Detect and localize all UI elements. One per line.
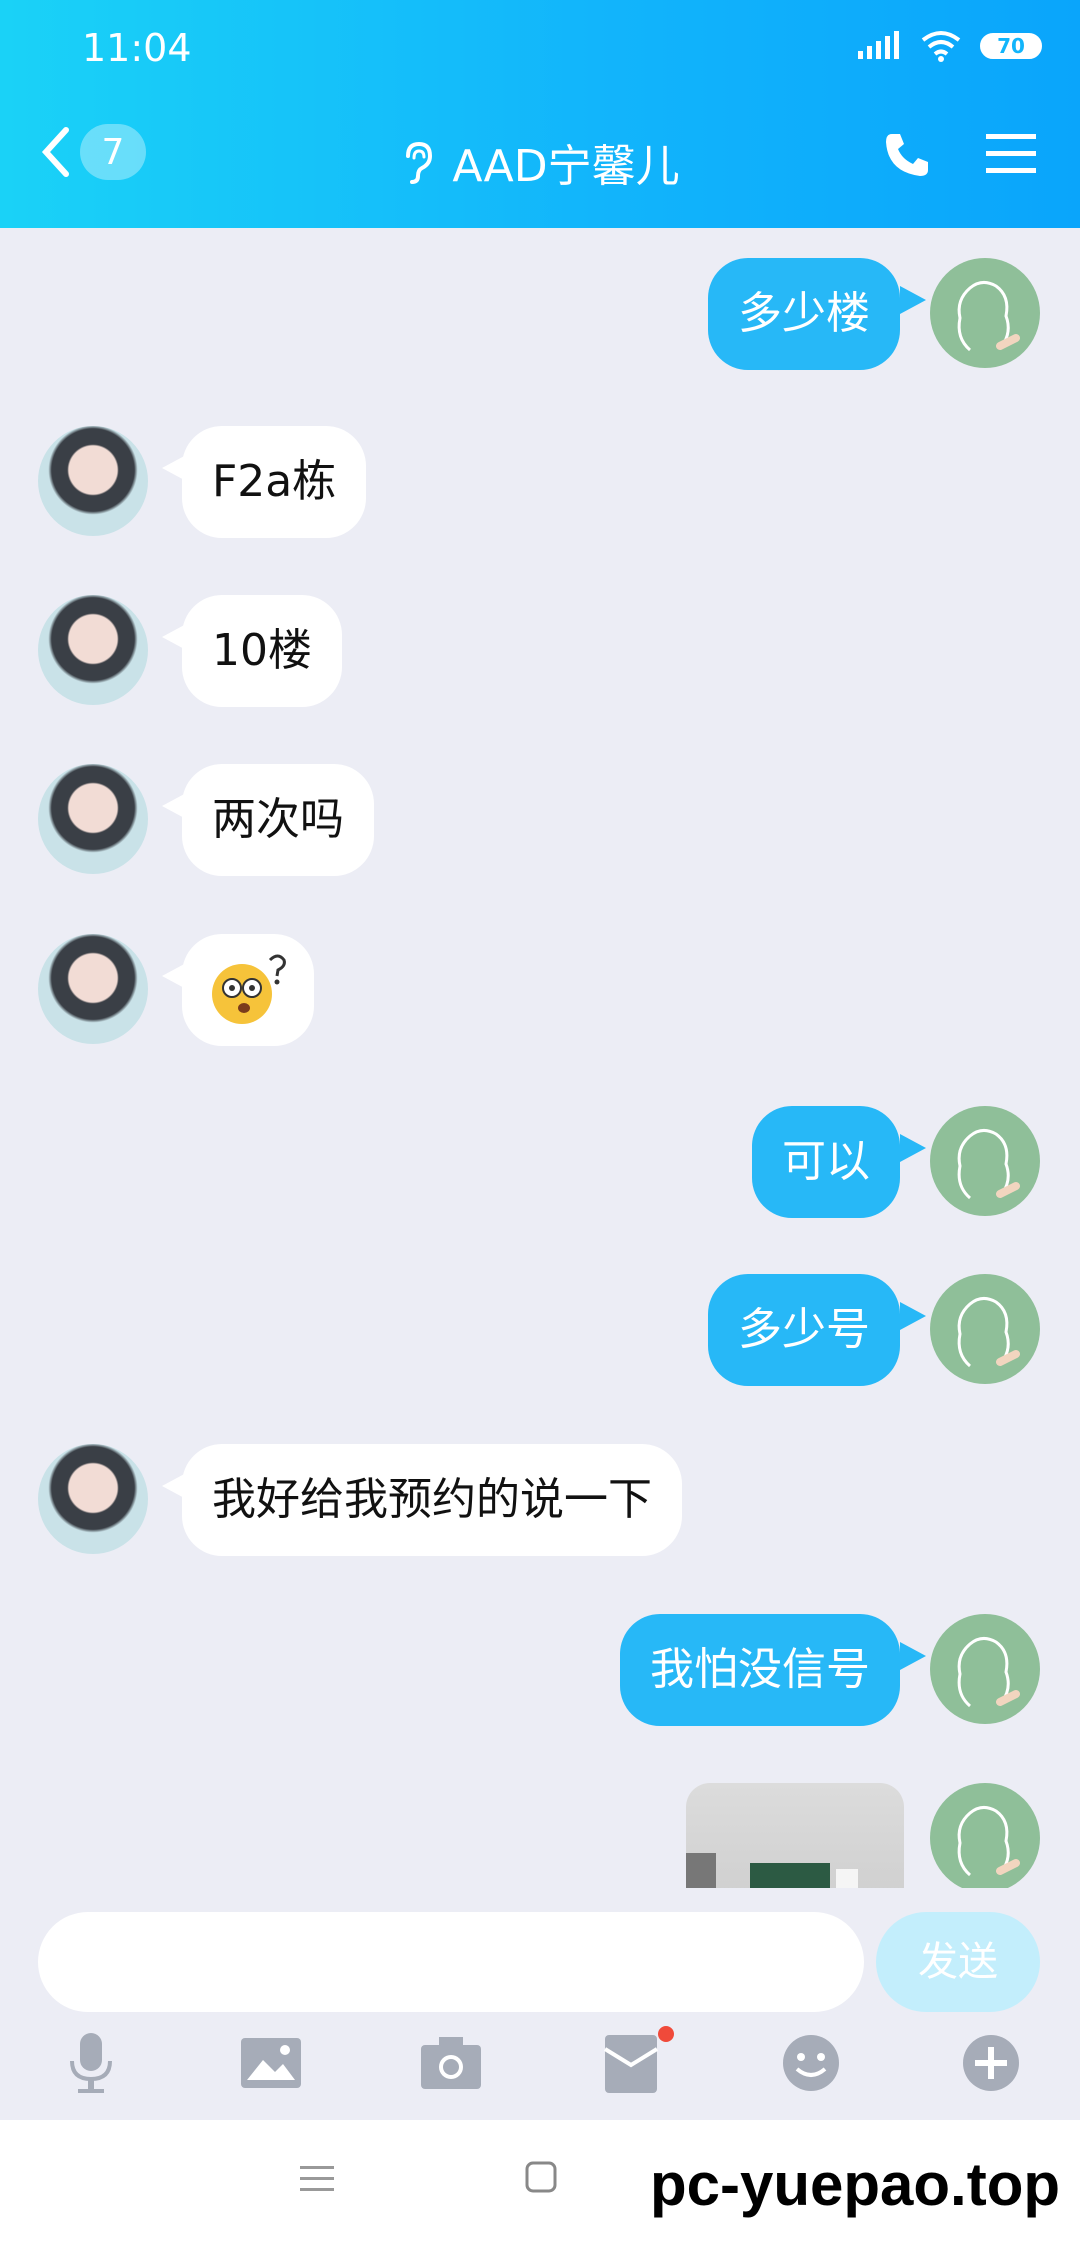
bubble-tail xyxy=(900,1642,926,1670)
my-avatar[interactable] xyxy=(930,1106,1040,1216)
photo-thumbnail[interactable] xyxy=(686,1783,904,1888)
camera-icon xyxy=(421,2037,481,2089)
watermark-text: pc-yuepao.top xyxy=(649,2151,1060,2218)
call-button[interactable] xyxy=(882,130,932,184)
input-toolbar xyxy=(0,2026,1080,2128)
emoji-icon xyxy=(783,2035,839,2091)
contact-avatar[interactable] xyxy=(38,1444,148,1554)
recents-icon xyxy=(300,2166,334,2191)
default-avatar-icon xyxy=(957,1806,1020,1877)
message-bubble-out[interactable]: 可以 xyxy=(752,1106,900,1218)
default-avatar-icon xyxy=(957,1129,1020,1200)
message-list[interactable]: 多少楼 F2a栋 10楼 两次吗 可以 多少号 我好给我预约的说一下 我怕没信号 xyxy=(0,228,1080,1888)
gallery-button[interactable] xyxy=(236,2028,306,2098)
confused-face-emoji xyxy=(212,954,286,1024)
default-avatar-icon xyxy=(957,281,1020,352)
message-bubble-out[interactable]: 多少号 xyxy=(708,1274,900,1386)
phone-icon xyxy=(886,134,928,176)
message-input[interactable] xyxy=(38,1912,864,2012)
signal-icon xyxy=(858,31,899,59)
contact-avatar[interactable] xyxy=(38,934,148,1044)
message-bubble-in[interactable]: 我好给我预约的说一下 xyxy=(182,1444,682,1556)
message-bubble-in[interactable]: 10楼 xyxy=(182,595,342,707)
bubble-tail xyxy=(900,1302,926,1330)
message-bubble-out[interactable]: 多少楼 xyxy=(708,258,900,370)
red-packet-icon xyxy=(603,2035,659,2093)
home-button[interactable] xyxy=(524,2160,558,2198)
contact-name: AAD宁馨儿 xyxy=(452,141,680,192)
hamburger-menu-icon xyxy=(986,134,1036,173)
more-button[interactable] xyxy=(956,2028,1026,2098)
home-square-icon xyxy=(525,2161,557,2193)
photo-content xyxy=(686,1853,858,1888)
my-avatar[interactable] xyxy=(930,1274,1040,1384)
voice-button[interactable] xyxy=(56,2028,126,2098)
menu-button[interactable] xyxy=(986,132,1036,180)
red-packet-button[interactable] xyxy=(596,2026,674,2098)
status-time: 11:04 xyxy=(82,26,192,70)
my-avatar[interactable] xyxy=(930,1783,1040,1888)
battery-indicator: 70 xyxy=(980,33,1042,59)
ear-icon xyxy=(406,141,433,184)
contact-avatar[interactable] xyxy=(38,764,148,874)
notification-dot xyxy=(658,2026,674,2042)
my-avatar[interactable] xyxy=(930,258,1040,368)
send-button[interactable]: 发送 xyxy=(876,1912,1040,2012)
plus-icon xyxy=(963,2035,1019,2091)
contact-avatar[interactable] xyxy=(38,426,148,536)
emoji-button[interactable] xyxy=(776,2028,846,2098)
image-icon xyxy=(241,2038,301,2088)
input-bar: 发送 xyxy=(0,1888,1080,2012)
wifi-icon xyxy=(921,31,961,62)
default-avatar-icon xyxy=(957,1297,1020,1368)
contact-avatar[interactable] xyxy=(38,595,148,705)
default-avatar-icon xyxy=(957,1637,1020,1708)
status-icons: 70 xyxy=(858,30,1042,62)
bubble-tail xyxy=(900,1134,926,1162)
chat-header: 11:04 70 7 AAD宁馨儿 xyxy=(0,0,1080,228)
recents-button[interactable] xyxy=(300,2164,334,2198)
message-bubble-in[interactable]: 两次吗 xyxy=(182,764,374,876)
my-avatar[interactable] xyxy=(930,1614,1040,1724)
message-bubble-out[interactable]: 我怕没信号 xyxy=(620,1614,900,1726)
camera-button[interactable] xyxy=(416,2028,486,2098)
message-bubble-in[interactable] xyxy=(182,934,314,1046)
bubble-tail xyxy=(900,286,926,314)
message-bubble-in[interactable]: F2a栋 xyxy=(182,426,367,538)
microphone-icon xyxy=(70,2033,112,2093)
